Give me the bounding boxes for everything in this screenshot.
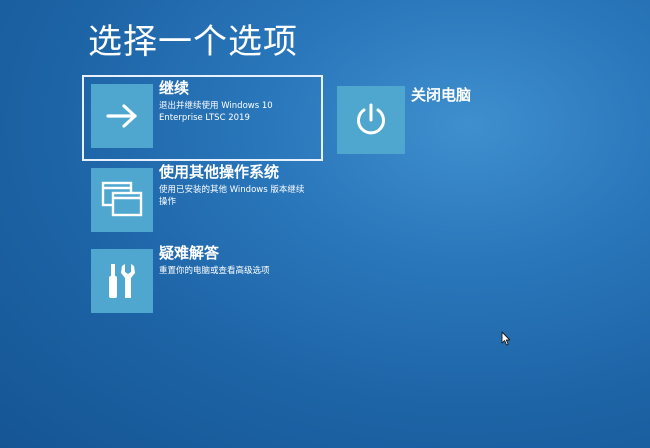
other-os-tile	[91, 168, 153, 232]
windows-stack-icon	[101, 181, 143, 217]
power-off-label[interactable]: 关闭电脑	[411, 84, 471, 105]
troubleshoot-description: 重置你的电脑或查看高级选项	[159, 266, 270, 276]
power-icon	[357, 103, 385, 135]
other-os-description: 使用已安装的其他 Windows 版本继续操作	[159, 185, 305, 207]
tools-icon	[109, 264, 135, 298]
power-off-button[interactable]	[337, 86, 405, 154]
troubleshoot-tile	[91, 249, 153, 313]
mouse-cursor-icon	[501, 331, 511, 346]
other-os-title: 使用其他操作系统	[159, 163, 280, 181]
continue-title: 继续	[159, 79, 190, 97]
continue-tile	[91, 84, 153, 148]
arrow-right-icon	[106, 104, 137, 128]
page-title: 选择一个选项	[88, 22, 298, 62]
troubleshoot-title: 疑难解答	[159, 244, 220, 262]
continue-description: 退出并继续使用 Windows 10 Enterprise LTSC 2019	[159, 101, 273, 123]
troubleshoot-option[interactable]: 疑难解答 重置你的电脑或查看高级选项	[84, 242, 321, 322]
continue-option[interactable]: 继续 退出并继续使用 Windows 10 Enterprise LTSC 20…	[82, 75, 323, 161]
other-os-option[interactable]: 使用其他操作系统 使用已安装的其他 Windows 版本继续操作	[84, 161, 321, 241]
